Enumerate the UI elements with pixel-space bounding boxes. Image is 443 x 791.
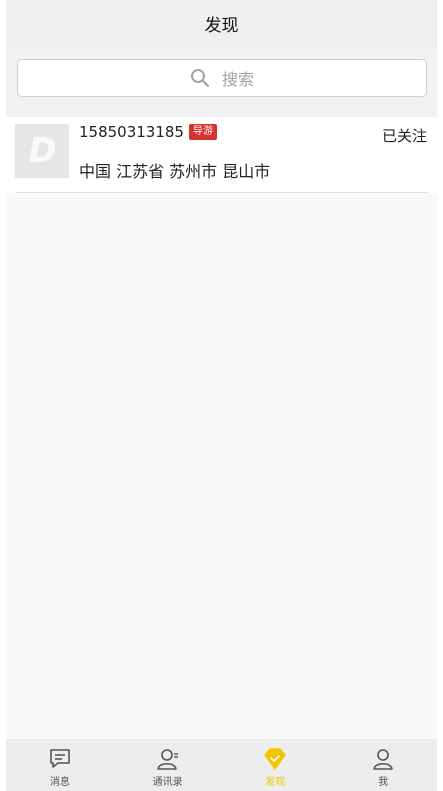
tab-label: 我 (378, 777, 389, 788)
tab-label: 发现 (265, 777, 286, 788)
search-input[interactable]: 搜索 (17, 59, 427, 97)
follow-status-button[interactable]: 已关注 (382, 125, 427, 146)
role-badge: 导游 (189, 124, 217, 140)
profile-icon (373, 749, 393, 770)
bottom-tab-bar: 消息 通讯录 发现 我 (6, 739, 437, 791)
tab-messages[interactable]: 消息 (6, 739, 114, 791)
list-item[interactable]: D 15850313185 导游 已关注 中国 江苏省 苏州市 昆山市 (6, 117, 437, 193)
tab-discover[interactable]: 发现 (222, 739, 330, 791)
search-area: 搜索 (6, 47, 437, 117)
tab-contacts[interactable]: 通讯录 (114, 739, 222, 791)
user-phone: 15850313185 (79, 123, 184, 141)
tab-label: 消息 (49, 777, 70, 788)
discover-icon (264, 748, 286, 770)
page-title: 发现 (204, 16, 239, 36)
user-location: 中国 江苏省 苏州市 昆山市 (79, 162, 271, 181)
search-icon (190, 69, 210, 88)
tab-label: 通讯录 (152, 777, 183, 788)
contacts-icon (156, 749, 178, 770)
top-bar: 发现 (6, 0, 437, 47)
tab-me[interactable]: 我 (329, 739, 437, 791)
message-icon (50, 749, 70, 768)
search-placeholder: 搜索 (221, 70, 254, 89)
avatar: D (15, 124, 69, 178)
divider (15, 192, 429, 193)
empty-content-area (6, 196, 437, 739)
app-frame: 发现 搜索 D 15850313185 导游 已关注 中国 江苏省 苏州市 昆山… (6, 0, 437, 791)
avatar-letter: D (28, 131, 56, 171)
